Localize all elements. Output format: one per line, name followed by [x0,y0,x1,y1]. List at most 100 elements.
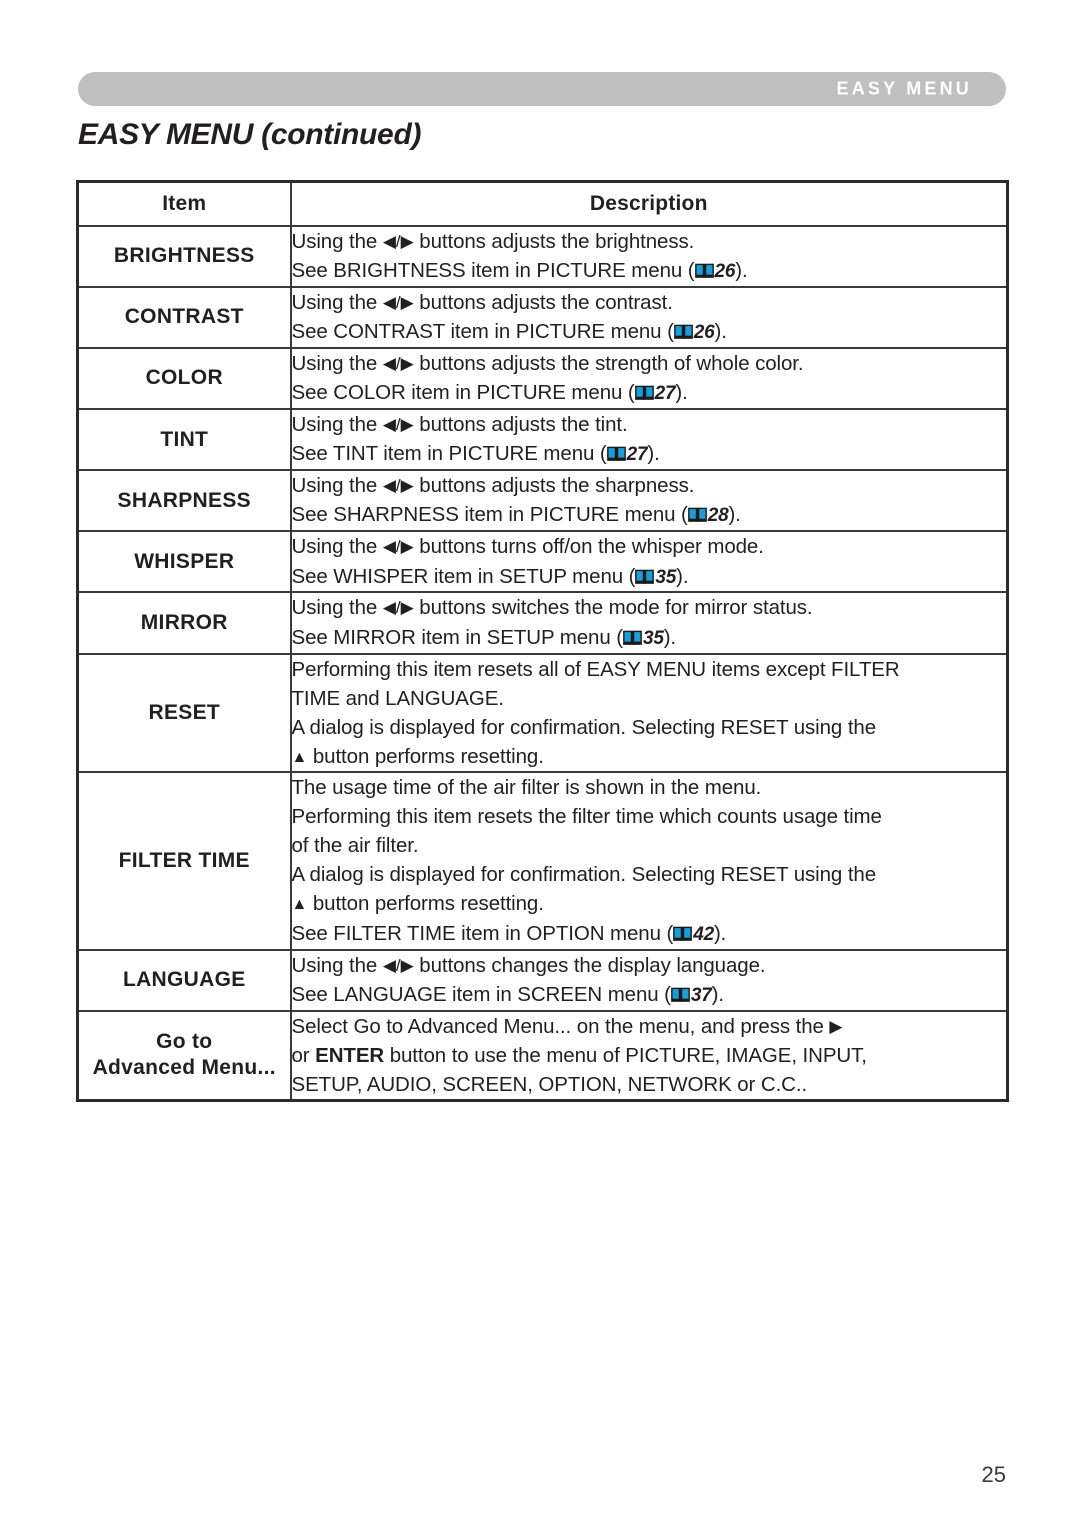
table-cell-item: LANGUAGE [76,948,292,1012]
page-reference-number: 37 [690,984,712,1006]
table-cell-item: CONTRAST [76,286,292,350]
table-row: MIRROR Using the ◀/▶ buttons switches the… [76,591,1009,655]
item-label: COLOR [145,366,223,390]
page-reference-number: 28 [707,505,729,527]
item-label: LANGUAGE [122,967,246,991]
item-label-secondary: Advanced Menu... [92,1056,276,1080]
table-cell-item: Go to Advanced Menu... [76,1009,292,1102]
item-label: TINT [160,427,209,451]
page-reference-number: 42 [693,923,714,945]
table-cell-item: FILTER TIME [76,770,292,951]
description-line: Using the ◀/▶ buttons adjusts the tint. [291,413,628,437]
table-cell-item: COLOR [76,347,292,411]
description-line: Using the ◀/▶ buttons switches the mode … [291,596,813,620]
page-reference-number: 27 [654,383,676,405]
emphasis-text: ENTER [315,1043,385,1067]
page-reference: 35 [635,562,676,592]
page-number: 25 [981,1462,1006,1487]
item-label: FILTER TIME [118,848,250,872]
chapter-header-label: EASY MENU [836,78,972,99]
table-body: BRIGHTNESS Using the ◀/▶ buttons adjusts … [76,224,1009,1102]
item-label: Go to [156,1029,213,1053]
table-cell-description: Using the ◀/▶ buttons adjusts the bright… [289,224,1009,289]
description-line: The usage time of the air filter is show… [291,775,762,799]
table-cell-item: BRIGHTNESS [76,224,292,289]
page-reference-number: 35 [655,566,677,588]
table-cell-description: Using the ◀/▶ buttons switches the mode … [289,591,1009,655]
description-line: See TINT item in PICTURE menu (27). [292,439,1007,469]
easy-menu-table-wrapper: Item Description BRIGHTNESS Using the ◀/▶… [76,180,1009,1102]
page-reference: 26 [673,317,715,347]
description-line: SETUP, AUDIO, SCREEN, OPTION, NETWORK or… [291,1072,808,1096]
table-cell-description: Using the ◀/▶ buttons adjusts the streng… [289,347,1009,411]
page-reference: 42 [673,919,714,949]
table-cell-description: Select Go to Advanced Menu... on the men… [289,1009,1009,1102]
page-reference-number: 26 [714,261,736,283]
table-row: WHISPER Using the ◀/▶ buttons turns off/o… [76,530,1009,594]
page-reference-number: 26 [693,322,715,344]
table-cell-description: The usage time of the air filter is show… [289,770,1009,951]
right-arrow-icon: ▶ [829,1016,843,1036]
description-line: Using the ◀/▶ buttons turns off/on the w… [291,535,764,559]
description-line: Performing this item resets the filter t… [291,805,882,829]
left-right-arrow-icon: ◀/▶ [382,293,414,313]
description-line: of the air filter. [291,834,419,858]
left-right-arrow-icon: ◀/▶ [382,415,414,435]
description-line: See LANGUAGE item in SCREEN menu (37). [292,980,1007,1010]
table-row: SHARPNESS Using the ◀/▶ buttons adjusts t… [76,469,1009,533]
page-reference: 27 [606,439,648,469]
item-label: BRIGHTNESS [113,244,255,268]
table-cell-description: Using the ◀/▶ buttons changes the displa… [289,948,1009,1012]
description-line: See WHISPER item in SETUP menu (35). [292,562,1007,592]
page-reference-number: 35 [642,627,664,649]
description-line: ▲ button performs resetting. [291,744,544,768]
chapter-header-bar: EASY MENU [78,72,1006,106]
description-line: Using the ◀/▶ buttons adjusts the contra… [291,291,673,315]
column-header-item: Item [76,180,292,227]
left-right-arrow-icon: ◀/▶ [382,476,414,496]
item-label: CONTRAST [124,305,244,329]
description-line: Using the ◀/▶ buttons adjusts the bright… [291,230,695,253]
page-reference: 37 [671,980,712,1010]
table-row: RESET Performing this item resets all of … [76,652,1009,773]
page-reference-number: 27 [626,444,648,466]
description-line: See SHARPNESS item in PICTURE menu (28). [292,500,1007,530]
page-reference: 26 [694,256,736,286]
item-label: MIRROR [140,610,228,634]
table-cell-item: TINT [76,408,292,472]
description-line: or ENTER button to use the menu of PICTU… [291,1043,867,1067]
up-arrow-icon: ▲ [291,748,308,766]
description-line: ▲ button performs resetting. [291,892,544,916]
description-line: See MIRROR item in SETUP menu (35). [292,623,1007,653]
left-right-arrow-icon: ◀/▶ [382,598,414,618]
description-line: TIME and LANGUAGE. [291,686,504,710]
table-row: LANGUAGE Using the ◀/▶ buttons changes th… [76,948,1009,1012]
table-cell-item: WHISPER [76,530,292,594]
table-row: COLOR Using the ◀/▶ buttons adjusts the s… [76,347,1009,411]
table-row: Go to Advanced Menu... Select Go to Advanc… [76,1009,1009,1102]
left-right-arrow-icon: ◀/▶ [382,354,414,374]
column-header-description: Description [289,180,1009,227]
description-line: See FILTER TIME item in OPTION menu (42)… [292,919,1007,949]
table-cell-description: Using the ◀/▶ buttons adjusts the tint. S… [289,408,1009,472]
page-title: EASY MENU (continued) [78,118,422,151]
table-cell-item: RESET [76,652,292,773]
description-line: Select Go to Advanced Menu... on the men… [291,1014,843,1038]
table-row: FILTER TIME The usage time of the air fil… [76,770,1009,951]
left-right-arrow-icon: ◀/▶ [382,232,414,251]
easy-menu-table: Item Description BRIGHTNESS Using the ◀/▶… [76,180,1009,1102]
table-row: CONTRAST Using the ◀/▶ buttons adjusts th… [76,286,1009,350]
description-line: See BRIGHTNESS item in PICTURE menu (26)… [292,256,1007,286]
description-line: A dialog is displayed for confirmation. … [291,863,877,887]
description-line: Performing this item resets all of EASY … [291,657,900,681]
page-reference: 28 [687,500,729,530]
table-cell-description: Using the ◀/▶ buttons adjusts the contra… [289,286,1009,350]
table-header-row: Item Description [76,180,1009,227]
item-label: WHISPER [134,549,235,573]
description-line: Using the ◀/▶ buttons changes the displa… [291,953,766,977]
description-line: Using the ◀/▶ buttons adjusts the streng… [291,352,804,376]
description-line: See CONTRAST item in PICTURE menu (26). [292,317,1007,347]
table-cell-description: Performing this item resets all of EASY … [289,652,1009,773]
table-row: BRIGHTNESS Using the ◀/▶ buttons adjusts … [76,224,1009,289]
description-line: See COLOR item in PICTURE menu (27). [292,378,1007,408]
